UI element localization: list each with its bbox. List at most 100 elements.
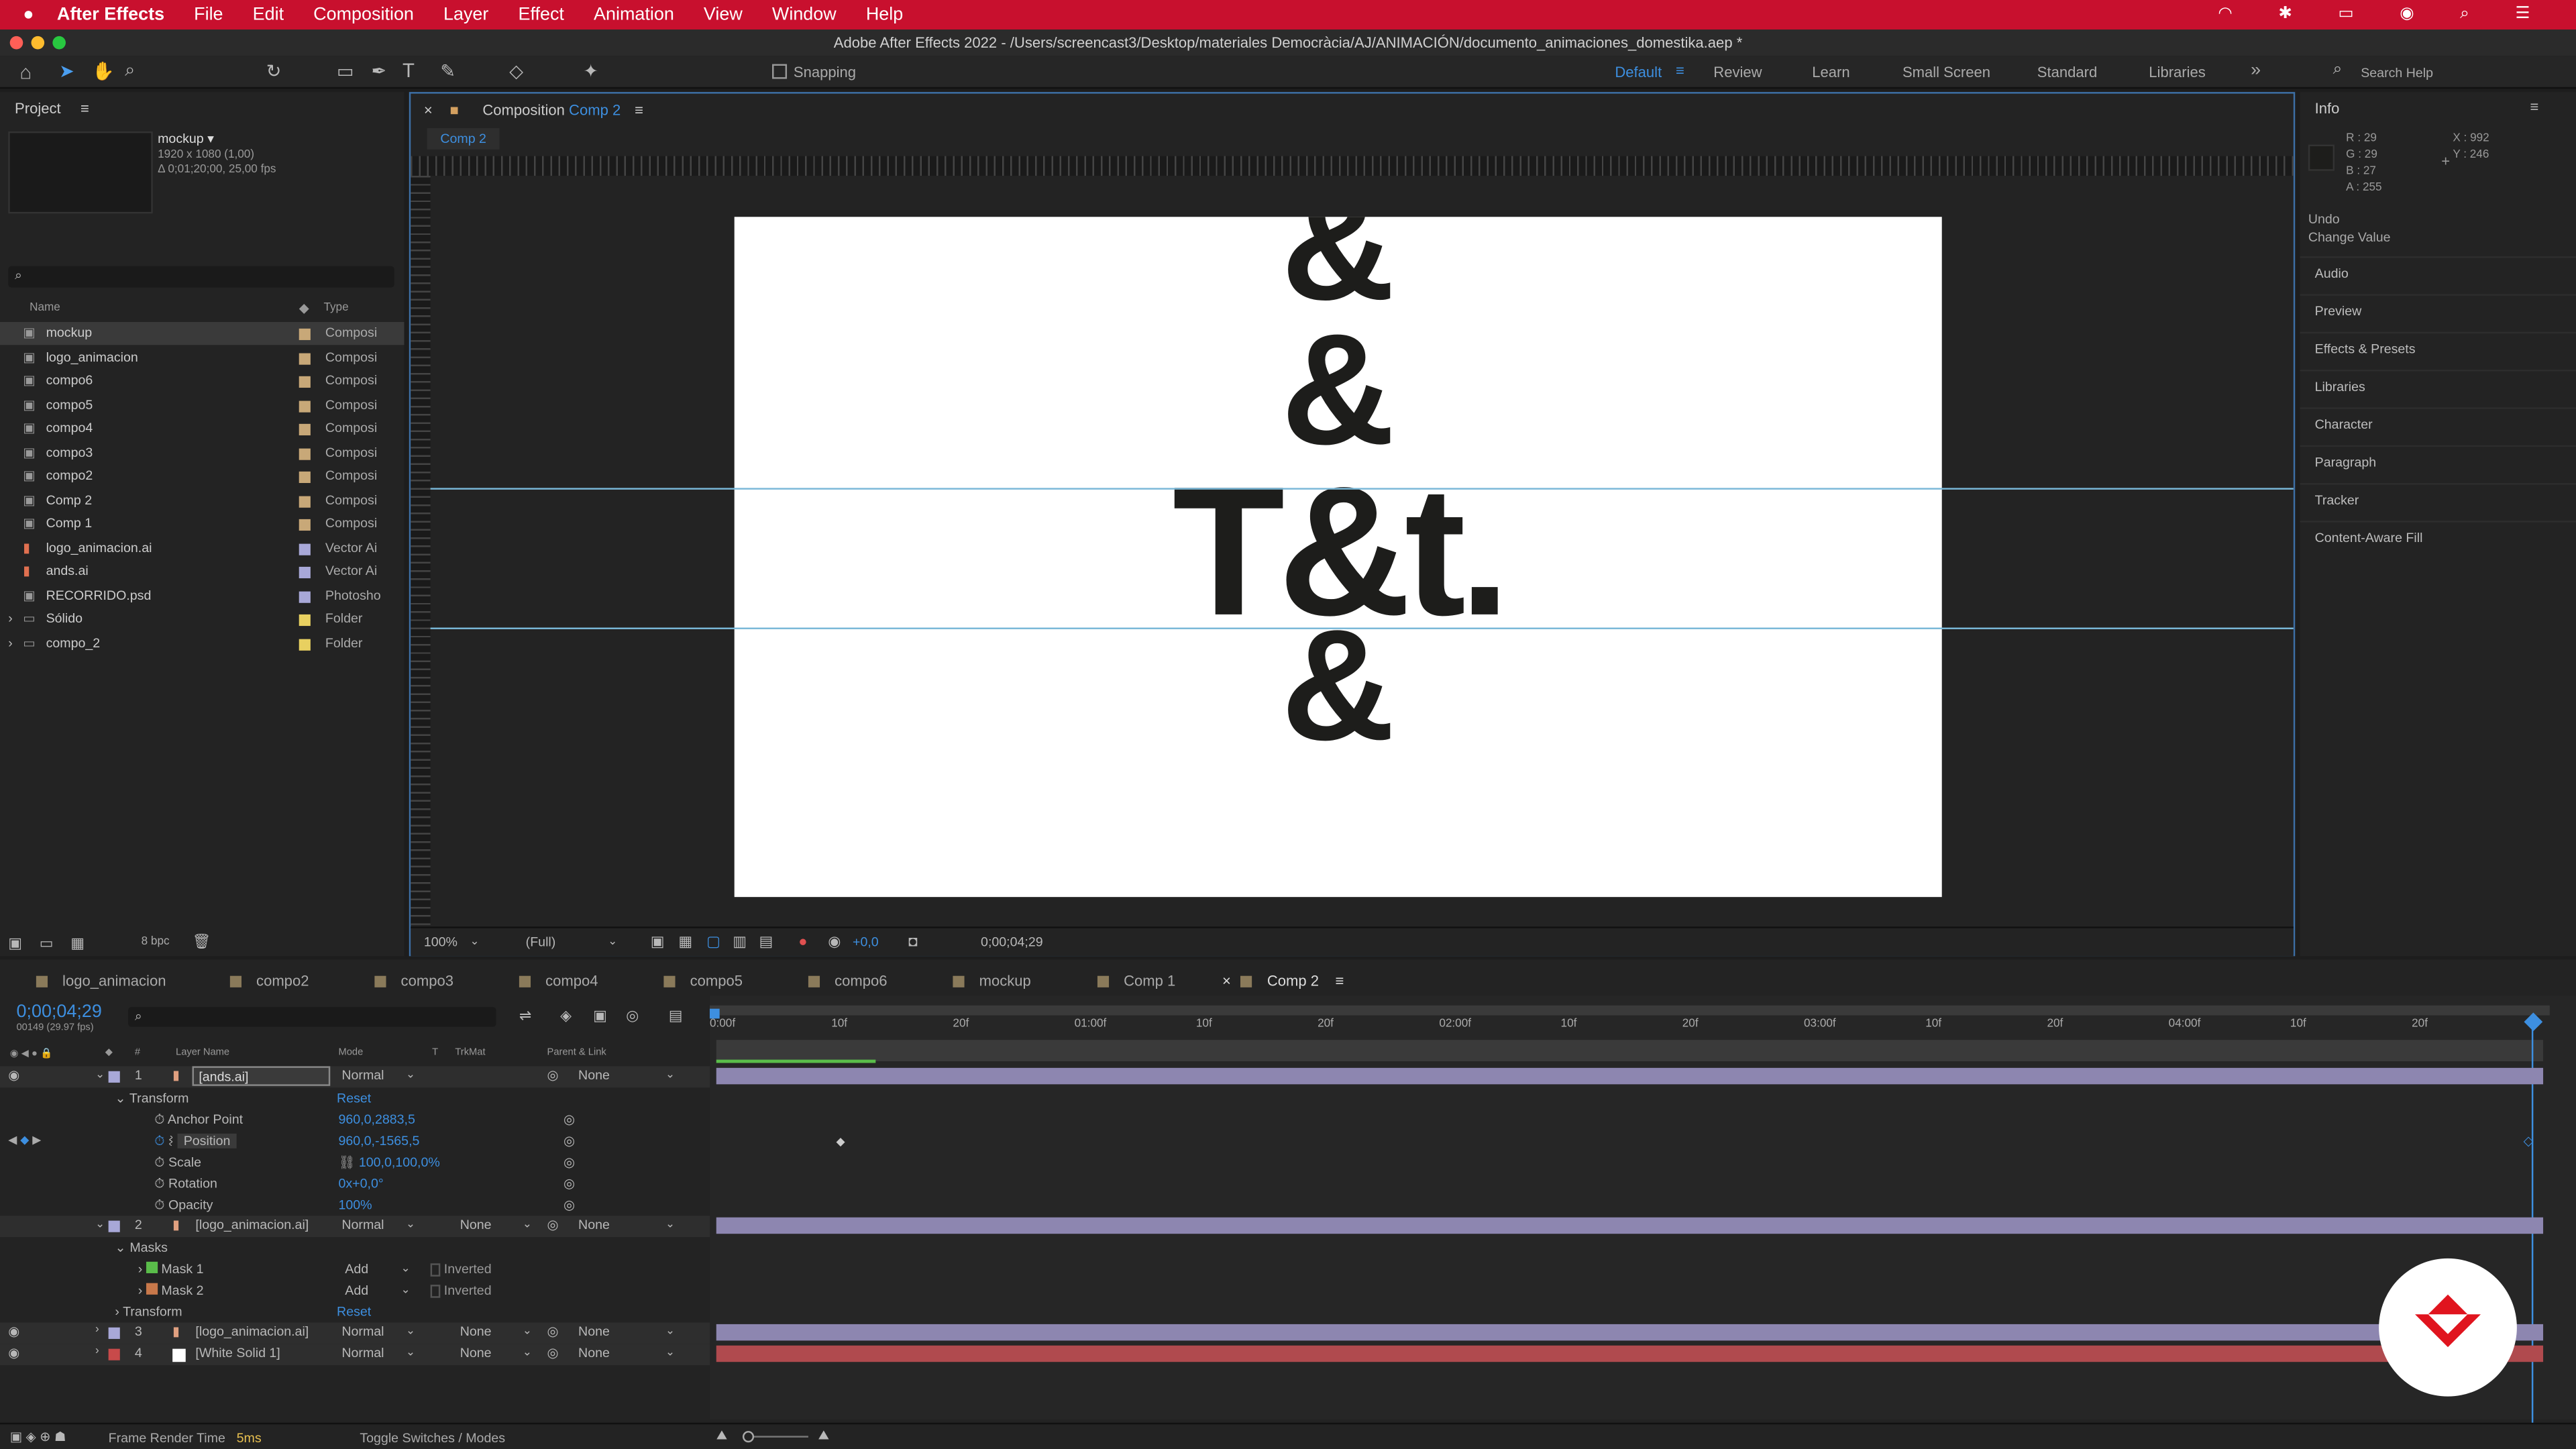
masks-group[interactable]: ⌄ Masks bbox=[115, 1237, 168, 1260]
comp-mini-flowchart-icon[interactable]: ⇌ bbox=[519, 1007, 531, 1025]
mask-1-row[interactable]: › Mask 1 bbox=[138, 1258, 204, 1281]
transform-group[interactable]: ⌄ Transform bbox=[115, 1087, 189, 1110]
scale-value[interactable]: ⛓ 100,0,100,0% bbox=[338, 1152, 439, 1175]
workspace-small-screen[interactable]: Small Screen bbox=[1902, 64, 1990, 80]
mask-color-swatch[interactable] bbox=[146, 1261, 158, 1273]
reset-exposure-icon[interactable]: ◉ bbox=[828, 933, 841, 951]
panel-menu-icon[interactable]: ≡ bbox=[80, 100, 89, 116]
timeline-tab[interactable]: Comp 1 bbox=[1097, 969, 1175, 992]
layer-2-transform-group[interactable]: › Transform bbox=[115, 1301, 182, 1324]
chevron-right-icon[interactable]: › bbox=[138, 1262, 143, 1277]
keyframe-navigator[interactable]: ◀ ◆ ▶ bbox=[8, 1130, 41, 1153]
brush-tool-icon[interactable]: ✎ bbox=[440, 61, 455, 82]
channel-icon[interactable]: ▤ bbox=[759, 933, 773, 951]
control-center-icon[interactable]: ☰ bbox=[2515, 5, 2530, 23]
draft-3d-icon[interactable]: ◈ bbox=[560, 1007, 572, 1025]
expression-pickwhip-icon[interactable]: ◎ bbox=[564, 1194, 575, 1217]
shy-layers-icon[interactable]: ▣ bbox=[593, 1007, 607, 1025]
user-icon[interactable]: ◉ bbox=[2400, 5, 2414, 23]
chevron-down-icon[interactable]: ⌄ bbox=[115, 1091, 125, 1106]
timeline-tab[interactable]: × Comp 2 ≡ bbox=[1222, 969, 1344, 992]
timeline-tab[interactable]: compo4 bbox=[519, 969, 598, 992]
magnification-select[interactable]: 100% bbox=[424, 934, 458, 949]
stopwatch-icon[interactable]: ⏱ bbox=[154, 1112, 164, 1127]
spotlight-icon[interactable]: ⌕ bbox=[2460, 5, 2469, 23]
menu-edit[interactable]: Edit bbox=[253, 5, 284, 24]
graph-editor-icon[interactable]: ▤ bbox=[669, 1007, 683, 1025]
chevron-down-icon[interactable]: ⌄ bbox=[523, 1324, 532, 1337]
close-tab-icon[interactable]: × bbox=[1222, 973, 1231, 989]
mask-2-row[interactable]: › Mask 2 bbox=[138, 1280, 204, 1303]
parent-select[interactable]: None bbox=[578, 1218, 610, 1232]
rotate-tool-icon[interactable]: ↻ bbox=[266, 61, 282, 82]
menu-file[interactable]: File bbox=[194, 5, 223, 24]
region-of-interest-icon[interactable]: ▣ bbox=[651, 933, 665, 951]
menu-composition[interactable]: Composition bbox=[313, 5, 414, 24]
chevron-down-icon[interactable]: ⌄ bbox=[523, 1346, 532, 1358]
vertical-ruler[interactable] bbox=[411, 176, 431, 925]
anchor-point-value[interactable]: 960,0,2883,5 bbox=[338, 1109, 415, 1132]
type-column-header[interactable]: Type bbox=[323, 303, 348, 314]
composition-canvas[interactable]: & & T&t. & bbox=[734, 217, 1942, 898]
trkmat-select[interactable]: None bbox=[460, 1324, 492, 1339]
zoom-window-button[interactable] bbox=[52, 36, 66, 50]
horizontal-ruler[interactable] bbox=[411, 156, 2294, 176]
chevron-down-icon[interactable]: ⌄ bbox=[406, 1218, 415, 1230]
type-tool-icon[interactable]: T bbox=[402, 59, 415, 82]
pickwhip-icon[interactable]: ◎ bbox=[547, 1068, 559, 1083]
search-help-input[interactable]: Search Help bbox=[2361, 66, 2433, 80]
project-search-input[interactable]: ⌕ bbox=[8, 266, 394, 288]
project-item[interactable]: › ▭ compo_2 Folder bbox=[0, 632, 404, 655]
home-icon[interactable]: ⌂ bbox=[19, 61, 32, 84]
project-item[interactable]: ▣ compo5 Composi bbox=[0, 394, 404, 417]
current-time-display[interactable]: 0;00;04;29 bbox=[981, 934, 1043, 949]
timeline-tab[interactable]: compo3 bbox=[374, 969, 453, 992]
stopwatch-icon[interactable]: ⏱ bbox=[154, 1176, 164, 1191]
chevron-down-icon[interactable]: ⌄ bbox=[95, 1068, 105, 1081]
layer-name[interactable]: [logo_animacion.ai] bbox=[195, 1218, 309, 1232]
menu-layer[interactable]: Layer bbox=[443, 5, 488, 24]
expand-icon[interactable]: › bbox=[8, 608, 13, 631]
label-color-swatch[interactable] bbox=[299, 638, 311, 650]
mask-color-swatch[interactable] bbox=[146, 1283, 158, 1295]
pickwhip-icon[interactable]: ◎ bbox=[547, 1218, 559, 1232]
chevron-down-icon[interactable]: ⌄ bbox=[95, 1218, 105, 1230]
panel-character[interactable]: Character bbox=[2315, 417, 2373, 432]
layer-bar-2[interactable] bbox=[716, 1217, 2544, 1234]
label-color-swatch[interactable] bbox=[299, 543, 311, 555]
guide-line-bottom[interactable] bbox=[430, 627, 2294, 629]
transparency-grid-icon[interactable]: ▦ bbox=[678, 933, 692, 951]
layer-bar-1[interactable] bbox=[716, 1067, 2544, 1085]
expand-icon[interactable]: › bbox=[8, 632, 13, 655]
chevron-down-icon[interactable]: ⌄ bbox=[406, 1324, 415, 1337]
work-area-bar[interactable] bbox=[709, 1005, 2550, 1016]
new-folder-icon[interactable]: ▭ bbox=[40, 934, 54, 953]
apple-menu-icon[interactable]: ● bbox=[23, 5, 34, 24]
delete-icon[interactable]: 🗑 bbox=[193, 933, 211, 951]
project-item[interactable]: ▣ compo2 Composi bbox=[0, 465, 404, 488]
wifi-icon[interactable]: ◠ bbox=[2218, 5, 2232, 23]
current-timecode[interactable]: 0;00;04;29 bbox=[16, 1002, 101, 1022]
label-color-swatch[interactable] bbox=[299, 376, 311, 388]
chevron-down-icon[interactable]: ⌄ bbox=[406, 1068, 415, 1081]
chevron-right-icon[interactable]: › bbox=[115, 1305, 119, 1320]
panel-preview[interactable]: Preview bbox=[2315, 304, 2362, 319]
parent-select[interactable]: None bbox=[578, 1346, 610, 1360]
layer-name-header[interactable]: Layer Name bbox=[176, 1048, 229, 1058]
new-composition-icon[interactable]: ▦ bbox=[70, 934, 85, 953]
project-item[interactable]: ▣ mockup Composi bbox=[0, 322, 405, 345]
layer-bar-3[interactable] bbox=[716, 1324, 2544, 1341]
constrain-proportions-icon[interactable]: ⛓ bbox=[338, 1155, 355, 1170]
timeline-tab[interactable]: compo5 bbox=[663, 969, 743, 992]
bit-depth-button[interactable]: 8 bpc bbox=[142, 936, 170, 948]
name-column-header[interactable]: Name bbox=[30, 303, 60, 314]
minimize-window-button[interactable] bbox=[31, 36, 45, 50]
project-item[interactable]: ▮ ands.ai Vector Ai bbox=[0, 560, 404, 583]
layer-label-color[interactable] bbox=[108, 1327, 120, 1339]
panel-content-aware-fill[interactable]: Content-Aware Fill bbox=[2315, 531, 2423, 545]
timeline-tab[interactable]: mockup bbox=[953, 969, 1031, 992]
chevron-right-icon[interactable]: › bbox=[138, 1283, 143, 1298]
workspace-learn[interactable]: Learn bbox=[1812, 64, 1849, 80]
timeline-tab[interactable]: compo6 bbox=[808, 969, 888, 992]
trkmat-select[interactable]: None bbox=[460, 1218, 492, 1232]
